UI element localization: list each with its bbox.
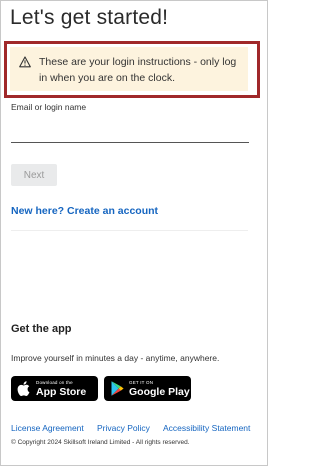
next-button[interactable]: Next (11, 164, 57, 186)
app-store-small-text: Download on the (36, 380, 73, 385)
warning-triangle-icon (19, 56, 31, 68)
alert-text: These are your login instructions - only… (39, 56, 237, 84)
apple-icon (17, 381, 30, 397)
create-account-link[interactable]: New here? Create an account (11, 205, 158, 217)
get-app-heading: Get the app (11, 323, 72, 335)
get-app-subtext: Improve yourself in minutes a day - anyt… (11, 353, 220, 363)
google-play-small-text: GET IT ON (129, 380, 154, 385)
email-field[interactable] (11, 118, 249, 143)
login-instructions-alert: These are your login instructions - only… (10, 47, 248, 91)
privacy-policy-link[interactable]: Privacy Policy (97, 423, 150, 433)
copyright-text: © Copyright 2024 Skillsoft Ireland Limit… (11, 439, 190, 446)
app-store-badge[interactable]: Download on the App Store (11, 376, 98, 401)
google-play-big-text: Google Play (129, 386, 190, 398)
accessibility-statement-link[interactable]: Accessibility Statement (163, 423, 250, 433)
section-divider (11, 230, 248, 231)
license-agreement-link[interactable]: License Agreement (11, 423, 84, 433)
google-play-icon (111, 381, 124, 396)
email-field-label: Email or login name (11, 102, 87, 112)
google-play-badge[interactable]: GET IT ON Google Play (104, 376, 191, 401)
app-store-big-text: App Store (36, 386, 87, 398)
page-title: Let's get started! (10, 6, 169, 29)
